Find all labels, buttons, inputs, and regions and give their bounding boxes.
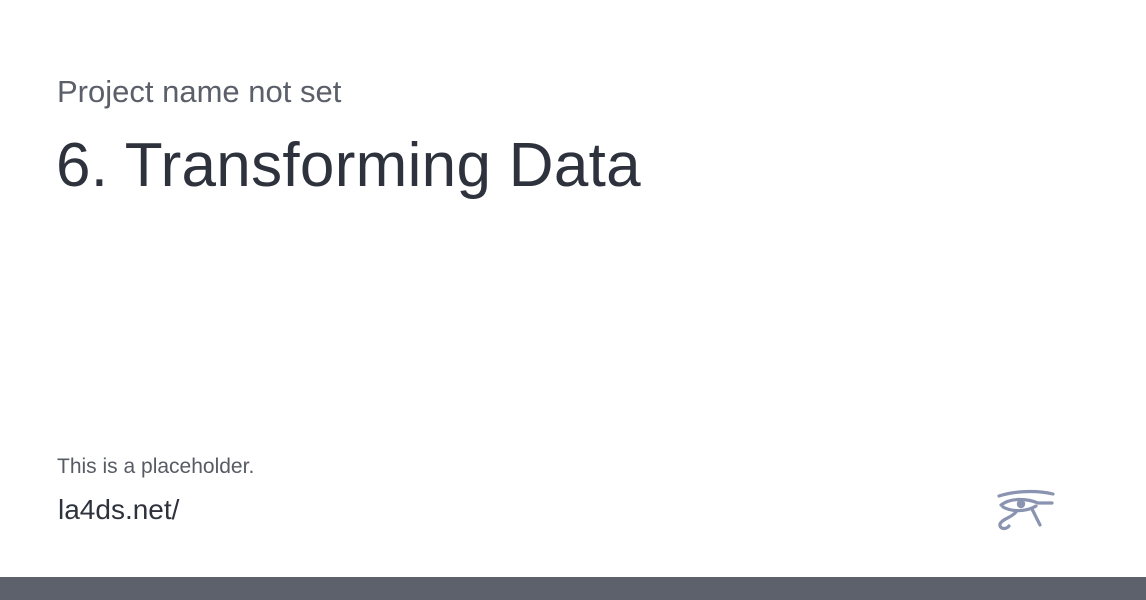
- eye-of-horus-icon: [996, 488, 1056, 532]
- project-name: Project name not set: [57, 74, 342, 109]
- bottom-bar: [0, 577, 1146, 600]
- social-preview-card: Project name not set 6. Transforming Dat…: [0, 0, 1146, 600]
- page-title: 6. Transforming Data: [56, 131, 641, 200]
- page-description: This is a placeholder.: [57, 455, 255, 478]
- site-url: la4ds.net/: [58, 494, 180, 525]
